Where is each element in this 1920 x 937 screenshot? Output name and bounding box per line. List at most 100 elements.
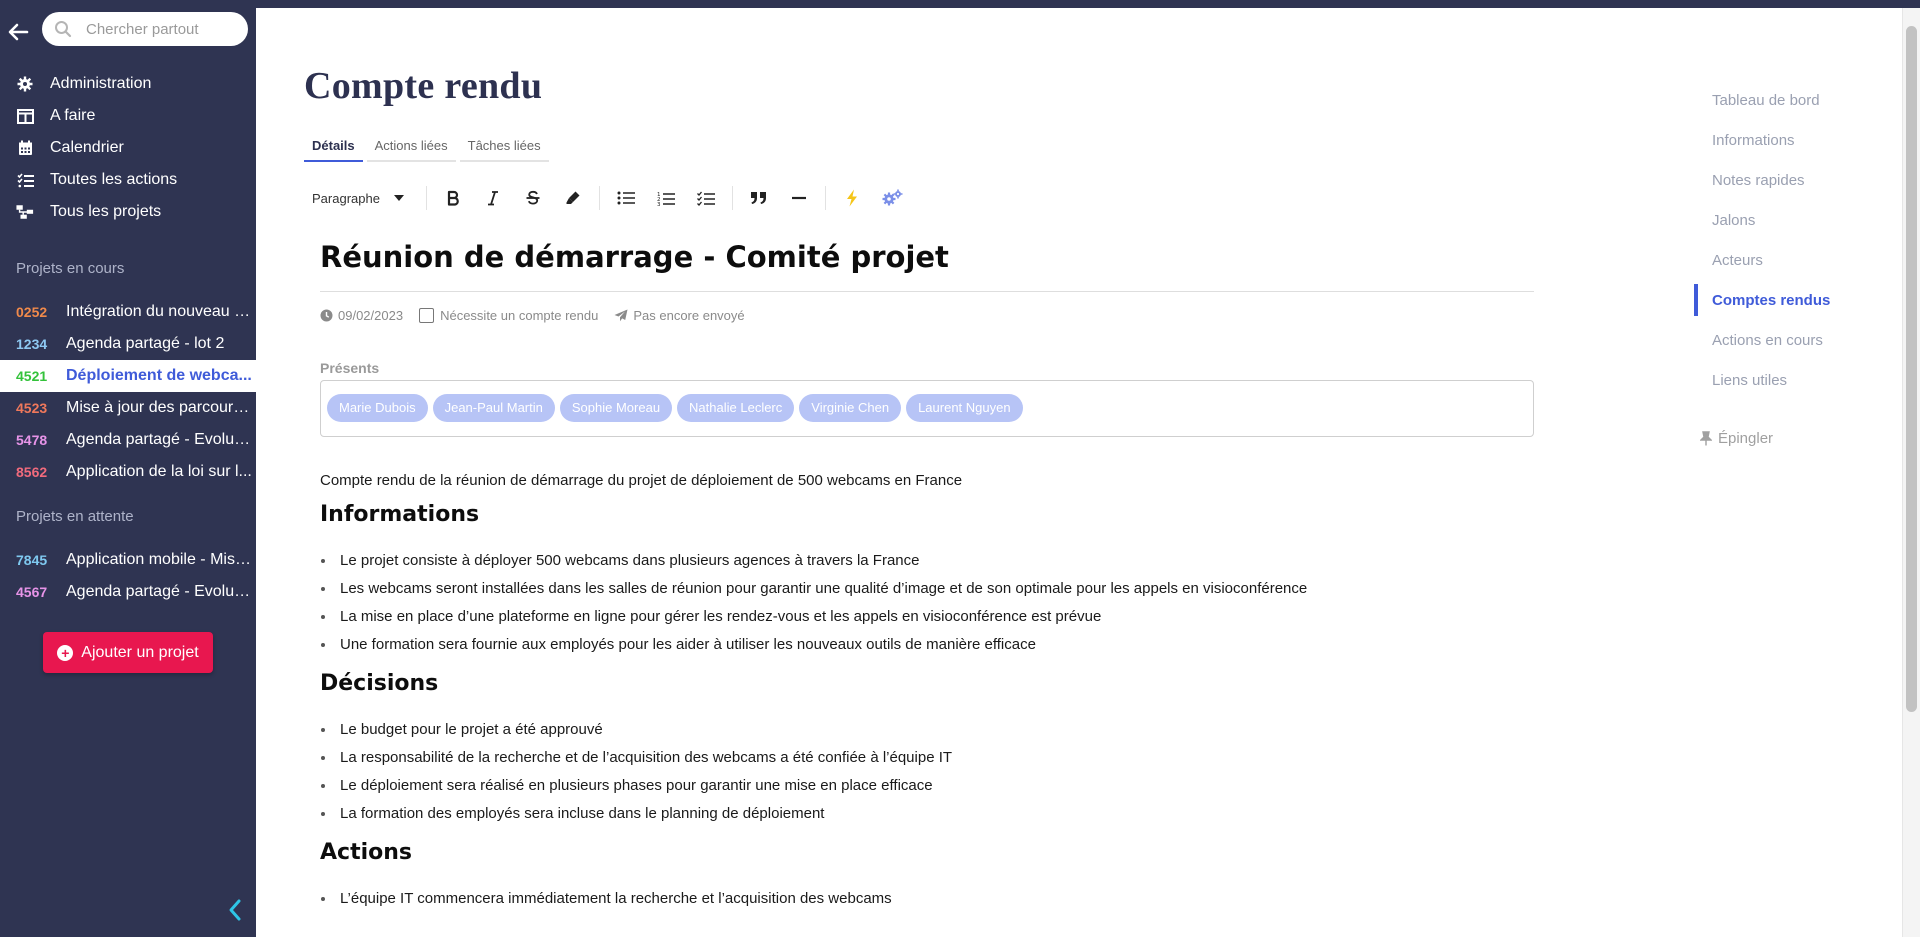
meeting-date-value: 09/02/2023 — [338, 308, 404, 323]
tab-details[interactable]: Détails — [304, 132, 363, 162]
tab-taches-liees[interactable]: Tâches liées — [459, 132, 549, 162]
section-label-in-progress: Projets en cours — [16, 260, 125, 277]
project-code: 8562 — [16, 464, 48, 480]
search-input[interactable] — [86, 20, 226, 38]
calendar-icon — [16, 139, 34, 157]
project-name: Agenda partagé - Evoluti... — [66, 583, 254, 600]
project-code: 7845 — [16, 552, 48, 568]
needs-report-toggle[interactable]: Nécessite un compte rendu — [419, 308, 598, 323]
blockquote-button[interactable] — [739, 182, 779, 214]
numbered-list-icon: 123 — [657, 192, 675, 206]
meeting-date[interactable]: 09/02/2023 — [320, 308, 403, 323]
collapse-sidebar-chevron-icon[interactable] — [224, 896, 246, 924]
bold-icon — [447, 190, 459, 206]
settings-button[interactable] — [872, 182, 912, 214]
sidebar: Administration A faire Calendrier Toutes… — [0, 8, 256, 937]
columns-icon — [16, 107, 34, 125]
nav-item-administration[interactable]: Administration — [0, 68, 256, 100]
presents-label: Présents — [320, 360, 380, 376]
attendee-chip[interactable]: Nathalie Leclerc — [677, 394, 795, 422]
project-item[interactable]: 8562 Application de la loi sur l... — [0, 456, 256, 488]
nav-item-tous-les-projets[interactable]: Tous les projets — [0, 196, 256, 228]
pin-label: Épingler — [1718, 430, 1774, 447]
rnav-informations[interactable]: Informations — [1688, 120, 1888, 160]
lightning-button[interactable] — [832, 182, 872, 214]
nav-label: Calendrier — [50, 139, 124, 156]
strikethrough-icon — [526, 190, 540, 205]
nav-item-calendrier[interactable]: Calendrier — [0, 132, 256, 164]
chevron-down-icon — [393, 195, 404, 201]
add-project-button[interactable]: + Ajouter un projet — [43, 632, 213, 673]
bullet-list-button[interactable] — [606, 182, 646, 214]
main-nav: Administration A faire Calendrier Toutes… — [0, 68, 256, 228]
project-item[interactable]: 4567 Agenda partagé - Evoluti... — [0, 576, 256, 608]
add-project-label: Ajouter un projet — [81, 643, 199, 661]
project-item[interactable]: 4523 Mise à jour des parcours ... — [0, 392, 256, 424]
rnav-tableau-de-bord[interactable]: Tableau de bord — [1688, 80, 1888, 120]
list-item: Une formation sera fournie aux employés … — [320, 631, 1534, 659]
highlight-button[interactable] — [553, 182, 593, 214]
horizontal-line-button[interactable] — [779, 182, 819, 214]
highlighter-icon — [566, 191, 580, 204]
checklist-icon — [16, 171, 34, 189]
attendee-chip[interactable]: Sophie Moreau — [559, 394, 673, 422]
nav-label: Toutes les actions — [50, 171, 178, 188]
section-heading-informations: Informations — [320, 502, 480, 527]
numbered-list-button[interactable]: 123 — [646, 182, 686, 214]
attendee-chip[interactable]: Laurent Nguyen — [906, 394, 1023, 422]
nav-item-toutes-les-actions[interactable]: Toutes les actions — [0, 164, 256, 196]
nav-label: Tous les projets — [50, 203, 162, 220]
project-name: Intégration du nouveau p... — [66, 303, 254, 320]
attendee-chip[interactable]: Jean-Paul Martin — [432, 394, 555, 422]
rnav-comptes-rendus[interactable]: Comptes rendus — [1688, 280, 1888, 320]
decisions-list: Le budget pour le projet a été approuvé … — [320, 716, 1534, 828]
toolbar-divider — [825, 186, 826, 210]
search-box — [42, 12, 248, 46]
rnav-liens-utiles[interactable]: Liens utiles — [1688, 360, 1888, 400]
gear-icon — [16, 75, 34, 93]
editor-content[interactable]: Compte rendu de la réunion de démarrage … — [320, 470, 1534, 913]
attendee-chip[interactable]: Virginie Chen — [799, 394, 902, 422]
rnav-actions-en-cours[interactable]: Actions en cours — [1688, 320, 1888, 360]
project-item-active[interactable]: 4521 Déploiement de webca... — [0, 360, 256, 392]
todo-list-button[interactable] — [686, 182, 726, 214]
rnav-jalons[interactable]: Jalons — [1688, 200, 1888, 240]
paragraph-format-select[interactable]: Paragraphe — [312, 191, 420, 206]
italic-button[interactable] — [473, 182, 513, 214]
needs-report-label: Nécessite un compte rendu — [440, 308, 599, 323]
pin-button[interactable]: Épingler — [1700, 430, 1773, 447]
search-icon — [55, 21, 72, 38]
project-item[interactable]: 1234 Agenda partagé - lot 2 — [0, 328, 256, 360]
list-item: Le déploiement sera réalisé en plusieurs… — [320, 772, 1534, 800]
list-item: Le projet consiste à déployer 500 webcam… — [320, 547, 1534, 575]
top-bar — [0, 0, 1920, 8]
project-name: Mise à jour des parcours ... — [66, 399, 254, 416]
needs-report-checkbox[interactable] — [419, 308, 435, 323]
project-name: Déploiement de webca... — [66, 367, 252, 384]
project-item[interactable]: 7845 Application mobile - Mise... — [0, 544, 256, 576]
presents-field[interactable]: Marie Dubois Jean-Paul Martin Sophie Mor… — [320, 380, 1534, 437]
nav-label: Administration — [50, 75, 152, 92]
attendee-chip[interactable]: Marie Dubois — [327, 394, 428, 422]
document-title[interactable]: Réunion de démarrage - Comité projet — [320, 240, 949, 274]
list-item: Les webcams seront installées dans les s… — [320, 575, 1534, 603]
page-title: Compte rendu — [304, 65, 543, 107]
cogs-icon — [882, 189, 903, 206]
back-arrow-icon[interactable] — [6, 20, 30, 44]
actions-list: L’équipe IT commencera immédiatement la … — [320, 885, 1534, 913]
bold-button[interactable] — [433, 182, 473, 214]
project-code: 5478 — [16, 432, 48, 448]
scrollbar-thumb[interactable] — [1906, 26, 1917, 712]
project-item[interactable]: 0252 Intégration du nouveau p... — [0, 296, 256, 328]
informations-list: Le projet consiste à déployer 500 webcam… — [320, 547, 1534, 659]
project-item[interactable]: 5478 Agenda partagé - Evoluti... — [0, 424, 256, 456]
strikethrough-button[interactable] — [513, 182, 553, 214]
rnav-notes-rapides[interactable]: Notes rapides — [1688, 160, 1888, 200]
section-heading-actions: Actions — [320, 840, 412, 865]
tab-actions-liees[interactable]: Actions liées — [366, 132, 456, 162]
project-code: 4521 — [16, 368, 48, 384]
nav-item-a-faire[interactable]: A faire — [0, 100, 256, 132]
rnav-acteurs[interactable]: Acteurs — [1688, 240, 1888, 280]
send-status[interactable]: Pas encore envoyé — [614, 308, 745, 323]
lightning-icon — [847, 189, 857, 207]
